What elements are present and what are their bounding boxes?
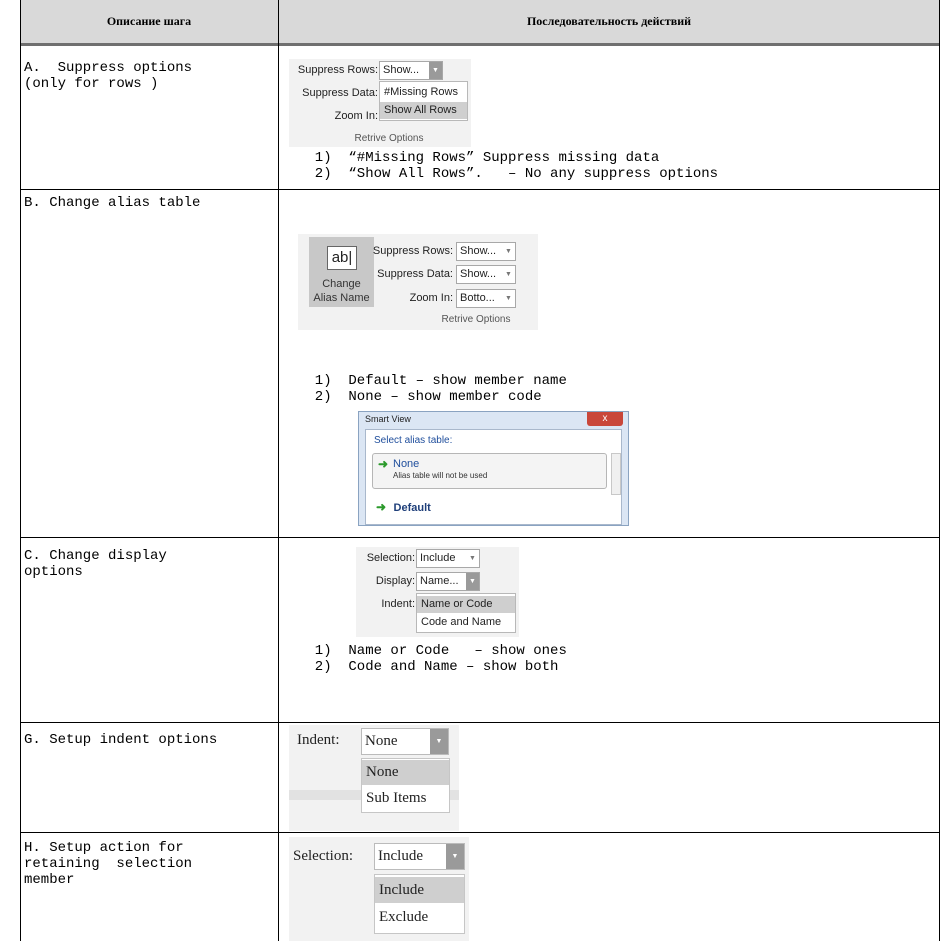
suppress-data-label: Suppress Data: <box>377 268 453 280</box>
table-border-right <box>939 0 940 941</box>
table-header: Описание шага Последовательность действи… <box>20 0 940 46</box>
column-header-action-sequence: Последовательность действий <box>526 14 692 28</box>
suppress-data-label: Suppress Data: <box>302 87 378 99</box>
alias-option-default[interactable]: ➜ Default <box>376 498 431 516</box>
step-a-note-1: 1) “#Missing Rows” Suppress missing data <box>298 150 660 166</box>
step-b-note-1: 1) Default – show member name <box>298 373 567 389</box>
alias-option-description: Alias table will not be used <box>393 471 488 480</box>
zoom-in-label: Zoom In: <box>334 110 378 122</box>
column-divider <box>278 0 279 941</box>
suppress-data-combo[interactable]: Show... ▼ <box>456 265 516 284</box>
suppress-rows-dropdown: #Missing Rows Show All Rows <box>379 81 468 121</box>
dialog-prompt: Select alias table: <box>374 435 453 446</box>
chevron-down-icon[interactable]: ▼ <box>502 290 515 307</box>
step-a-note-2: 2) “Show All Rows”. – No any suppress op… <box>298 166 719 182</box>
alias-icon: ab| <box>327 246 357 270</box>
suppress-rows-combo[interactable]: Show... ▼ <box>456 242 516 261</box>
selection-dropdown: Include Exclude <box>374 874 465 934</box>
option-include[interactable]: Include <box>375 877 464 903</box>
chevron-down-icon[interactable]: ▼ <box>446 844 464 869</box>
selection-combo[interactable]: Include ▼ <box>374 843 465 870</box>
indent-label: Indent: <box>297 732 340 748</box>
selection-label: Selection: <box>293 848 353 864</box>
ribbon-group-label: Retrive Options <box>441 314 511 325</box>
chevron-down-icon[interactable]: ▼ <box>429 62 442 79</box>
chevron-down-icon[interactable]: ▼ <box>466 573 479 590</box>
row-divider <box>20 722 940 723</box>
dialog-title: Smart View <box>365 414 411 424</box>
column-header-step-description: Описание шага <box>106 14 192 28</box>
close-icon[interactable]: x <box>587 412 623 426</box>
indent-value: None <box>365 733 398 749</box>
step-c-note-2: 2) Code and Name – show both <box>298 659 559 675</box>
indent-options-panel: Indent: None ▼ None Sub Items <box>289 725 459 831</box>
zoom-in-value: Botto... <box>460 292 495 304</box>
zoom-in-label: Zoom In: <box>409 292 453 304</box>
suppress-rows-value: Show... <box>460 245 497 257</box>
chevron-down-icon[interactable]: ▼ <box>502 243 515 260</box>
dialog-body: Select alias table: ➜ None Alias table w… <box>365 429 622 525</box>
option-none[interactable]: None <box>362 760 449 785</box>
indent-combo[interactable]: None ▼ <box>361 728 449 755</box>
option-name-or-code[interactable]: Name or Code <box>417 596 515 613</box>
suppress-rows-label: Suppress Rows: <box>372 245 453 257</box>
selection-combo[interactable]: Include ▼ <box>416 549 480 568</box>
change-alias-name-button[interactable]: ab| Change Alias Name <box>309 237 374 307</box>
table-border-left <box>20 0 21 941</box>
display-label: Display: <box>375 575 415 587</box>
ribbon-group-label: Retrive Options <box>354 133 424 144</box>
step-c-note-1: 1) Name or Code – show ones <box>298 643 567 659</box>
option-missing-rows[interactable]: #Missing Rows <box>380 84 467 101</box>
row-divider <box>20 832 940 833</box>
suppress-rows-combo[interactable]: Show... ▼ <box>379 61 443 80</box>
indent-dropdown: None Sub Items <box>361 758 450 813</box>
alias-option-name: None <box>393 458 420 470</box>
suppress-options-panel: Suppress Rows: Show... ▼ Suppress Data: … <box>289 59 471 147</box>
option-code-and-name[interactable]: Code and Name <box>417 614 515 631</box>
chevron-down-icon[interactable]: ▼ <box>430 729 448 754</box>
suppress-rows-label: Suppress Rows: <box>297 64 378 76</box>
alias-options-panel: ab| Change Alias Name Suppress Rows: Sho… <box>298 234 538 330</box>
step-b-note-2: 2) None – show member code <box>298 389 542 405</box>
step-g-label: G. Setup indent options <box>24 732 218 748</box>
green-arrow-icon: ➜ <box>376 500 387 514</box>
chevron-down-icon[interactable]: ▼ <box>502 266 515 283</box>
display-combo[interactable]: Name... ▼ <box>416 572 480 591</box>
alias-option-none[interactable]: ➜ None Alias table will not be used <box>372 453 607 489</box>
selection-label: Selection: <box>366 552 415 564</box>
selection-options-panel: Selection: Include ▼ Include Exclude <box>289 837 469 941</box>
change-alias-name-label: Change Alias Name <box>313 278 370 304</box>
suppress-data-value: Show... <box>460 268 497 280</box>
green-arrow-icon: ➜ <box>378 457 389 471</box>
step-h-label: H. Setup action for retaining selection … <box>24 840 193 888</box>
suppress-rows-value: Show... <box>383 64 420 76</box>
row-divider <box>20 537 940 538</box>
zoom-in-combo[interactable]: Botto... ▼ <box>456 289 516 308</box>
step-c-label: C. Change display options <box>24 548 167 580</box>
step-b-label: B. Change alias table <box>24 195 201 211</box>
display-value: Name... <box>420 575 459 587</box>
row-divider <box>20 189 940 190</box>
option-exclude[interactable]: Exclude <box>375 904 464 930</box>
option-sub-items[interactable]: Sub Items <box>362 786 449 811</box>
step-a-label: A. Suppress options (only for rows ) <box>24 60 193 92</box>
indent-label: Indent: <box>381 598 415 610</box>
chevron-down-icon[interactable]: ▼ <box>466 550 479 567</box>
alias-option-name: Default <box>393 502 431 514</box>
smart-view-dialog: Smart View x Select alias table: ➜ None … <box>358 411 629 526</box>
scrollbar[interactable] <box>611 453 621 495</box>
selection-value: Include <box>378 848 423 864</box>
display-options-panel: Selection: Include ▼ Display: Name... ▼ … <box>356 547 519 637</box>
option-show-all-rows[interactable]: Show All Rows <box>380 102 467 119</box>
selection-value: Include <box>420 552 456 564</box>
display-dropdown: Name or Code Code and Name <box>416 593 516 633</box>
